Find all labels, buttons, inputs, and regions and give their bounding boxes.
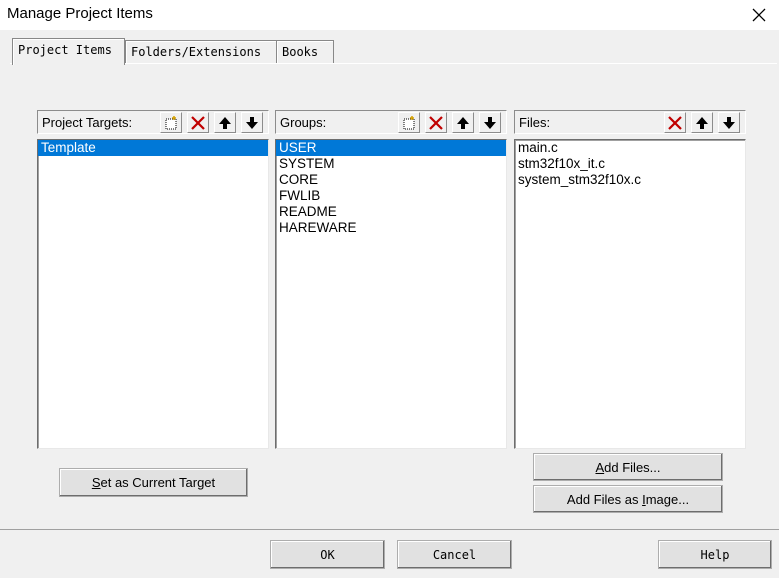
- tab-books[interactable]: Books: [276, 40, 334, 63]
- arrow-down-icon: [246, 116, 258, 129]
- groups-panel: Groups: USER SYSTEM CORE FWLIB README HA…: [275, 110, 507, 450]
- list-item[interactable]: README: [276, 204, 506, 220]
- delete-icon: [191, 115, 205, 130]
- list-item[interactable]: system_stm32f10x.c: [515, 172, 745, 188]
- move-target-down-button[interactable]: [241, 112, 263, 133]
- list-item[interactable]: CORE: [276, 172, 506, 188]
- list-item[interactable]: USER: [276, 140, 506, 156]
- help-button[interactable]: Help: [658, 540, 772, 569]
- targets-list[interactable]: Template: [37, 139, 269, 449]
- cancel-button[interactable]: Cancel: [397, 540, 512, 569]
- list-item[interactable]: stm32f10x_it.c: [515, 156, 745, 172]
- list-item[interactable]: SYSTEM: [276, 156, 506, 172]
- arrow-up-icon: [219, 116, 231, 129]
- delete-group-button[interactable]: [425, 112, 447, 133]
- button-label: Help: [700, 547, 730, 562]
- new-group-button[interactable]: [398, 112, 420, 133]
- list-item[interactable]: FWLIB: [276, 188, 506, 204]
- close-button[interactable]: [739, 0, 779, 30]
- files-list[interactable]: main.c stm32f10x_it.c system_stm32f10x.c: [514, 139, 746, 449]
- add-files-as-image-button[interactable]: Add Files as Image...: [533, 485, 723, 513]
- files-panel: Files: main.c stm32f10x_it.c system_stm3…: [514, 110, 746, 450]
- move-file-down-button[interactable]: [718, 112, 740, 133]
- button-label: Cancel: [432, 547, 477, 562]
- tab-project-items[interactable]: Project Items: [12, 38, 125, 65]
- groups-list[interactable]: USER SYSTEM CORE FWLIB README HAREWARE: [275, 139, 507, 449]
- list-item[interactable]: HAREWARE: [276, 220, 506, 236]
- move-group-up-button[interactable]: [452, 112, 474, 133]
- new-target-button[interactable]: [160, 112, 182, 133]
- groups-header: Groups:: [275, 110, 507, 134]
- list-item[interactable]: main.c: [515, 140, 745, 156]
- delete-file-button[interactable]: [664, 112, 686, 133]
- move-group-down-button[interactable]: [479, 112, 501, 133]
- ok-button[interactable]: OK: [270, 540, 385, 569]
- targets-label: Project Targets:: [42, 115, 133, 130]
- mnemonic: A: [595, 459, 605, 475]
- add-files-button[interactable]: Add Files...: [533, 453, 723, 481]
- list-item[interactable]: Template: [38, 140, 268, 156]
- button-label: OK: [320, 547, 335, 562]
- delete-icon: [429, 115, 443, 130]
- set-current-target-button[interactable]: Set as Current Target: [59, 468, 248, 497]
- button-label: Add Files as: [566, 491, 643, 507]
- new-item-icon: [403, 115, 415, 129]
- button-label: dd Files...: [604, 459, 661, 475]
- arrow-up-icon: [457, 116, 469, 129]
- groups-label: Groups:: [280, 115, 327, 130]
- files-header: Files:: [514, 110, 746, 134]
- move-target-up-button[interactable]: [214, 112, 236, 133]
- targets-panel: Project Targets: Template: [37, 110, 269, 450]
- targets-header: Project Targets:: [37, 110, 269, 134]
- window-title: Manage Project Items: [7, 5, 153, 22]
- tab-folders-extensions[interactable]: Folders/Extensions: [125, 40, 280, 63]
- delete-icon: [668, 115, 682, 130]
- new-item-icon: [165, 115, 177, 129]
- mnemonic: S: [91, 475, 101, 490]
- tab-label: Folders/Extensions: [131, 45, 262, 59]
- arrow-up-icon: [696, 116, 708, 129]
- button-label: et as Current Target: [100, 475, 216, 490]
- move-file-up-button[interactable]: [691, 112, 713, 133]
- arrow-down-icon: [484, 116, 496, 129]
- footer-divider: [0, 529, 779, 530]
- close-icon: [752, 8, 766, 22]
- delete-target-button[interactable]: [187, 112, 209, 133]
- arrow-down-icon: [723, 116, 735, 129]
- files-label: Files:: [519, 115, 551, 130]
- tab-label: Project Items: [18, 43, 112, 57]
- title-bar: Manage Project Items: [0, 0, 779, 30]
- button-label: mage...: [645, 491, 690, 507]
- tab-label: Books: [282, 45, 319, 59]
